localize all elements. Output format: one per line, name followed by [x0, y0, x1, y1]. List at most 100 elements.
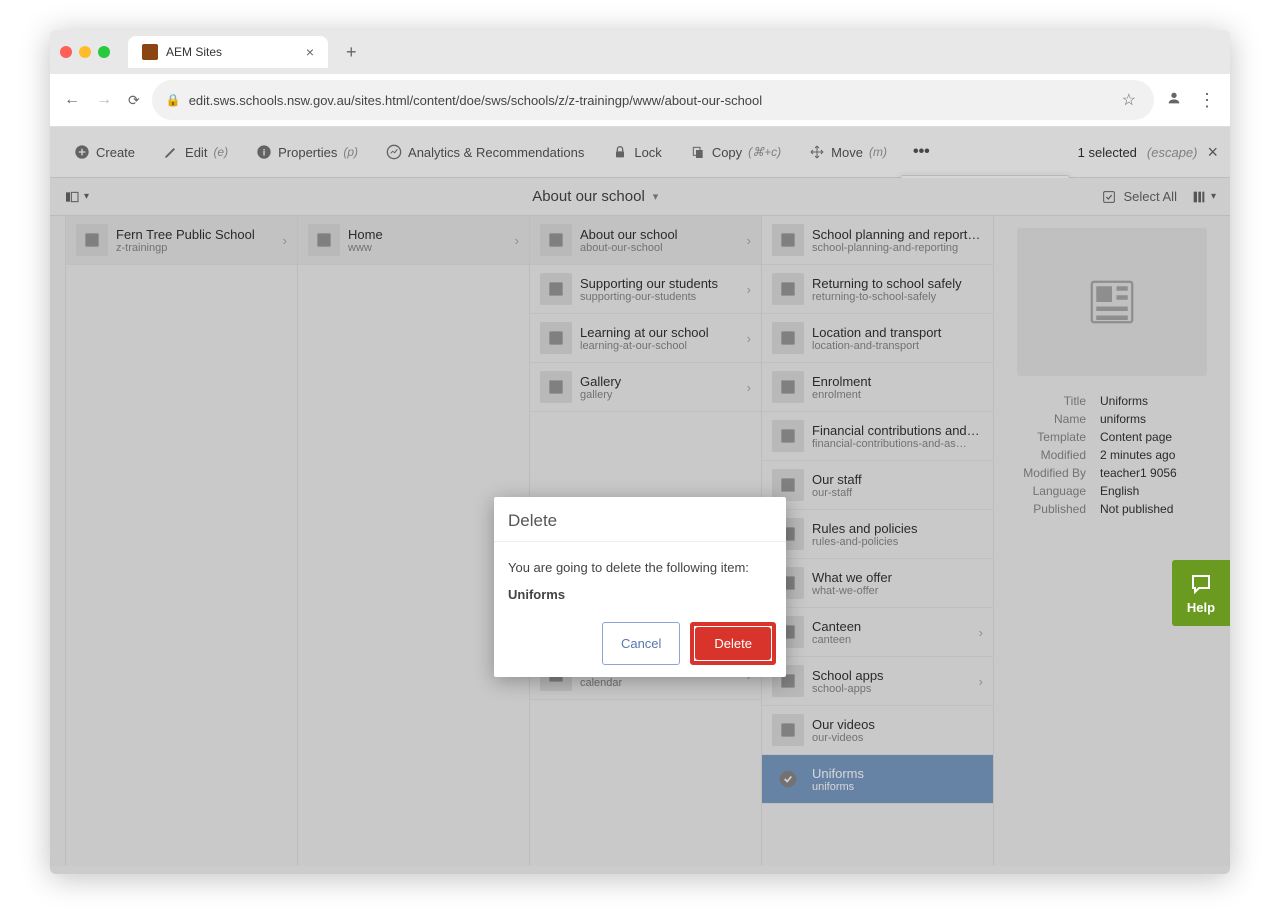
- copy-button[interactable]: Copy (⌘+c): [678, 138, 793, 166]
- chevron-right-icon: ›: [979, 625, 983, 640]
- move-label: Move: [831, 145, 863, 160]
- column-item[interactable]: Location and transportlocation-and-trans…: [762, 314, 993, 363]
- chat-icon: [1189, 572, 1213, 596]
- page-icon: [308, 224, 340, 256]
- item-subtitle: gallery: [580, 389, 739, 401]
- column-item[interactable]: School appsschool-apps ›: [762, 657, 993, 706]
- item-subtitle: school-planning-and-reporting: [812, 242, 983, 254]
- back-button[interactable]: ←: [60, 87, 84, 113]
- item-title: Rules and policies: [812, 521, 983, 536]
- forward-button[interactable]: →: [92, 87, 116, 113]
- item-title: Canteen: [812, 619, 971, 634]
- minimize-window-icon[interactable]: [79, 46, 91, 58]
- new-tab-button[interactable]: +: [336, 42, 367, 63]
- svg-text:i: i: [263, 147, 266, 157]
- analytics-icon: [386, 144, 402, 160]
- column-item[interactable]: What we offerwhat-we-offer: [762, 559, 993, 608]
- chevron-right-icon: ›: [515, 233, 519, 248]
- column-item[interactable]: Financial contributions and as…financial…: [762, 412, 993, 461]
- page-title: About our school: [532, 188, 645, 205]
- meta-value-language: English: [1100, 484, 1139, 498]
- copy-shortcut: (⌘+c): [748, 145, 781, 159]
- url-text: edit.sws.schools.nsw.gov.au/sites.html/c…: [189, 93, 1110, 108]
- column-item[interactable]: School planning and reportingschool-plan…: [762, 216, 993, 265]
- column-item[interactable]: Returning to school safelyreturning-to-s…: [762, 265, 993, 314]
- item-title: Learning at our school: [580, 325, 739, 340]
- column-item[interactable]: About our schoolabout-our-school ›: [530, 216, 761, 265]
- cancel-button[interactable]: Cancel: [602, 622, 680, 665]
- create-label: Create: [96, 145, 135, 160]
- select-all-button[interactable]: Select All: [1101, 189, 1176, 205]
- move-icon: [809, 144, 825, 160]
- move-button[interactable]: Move (m): [797, 138, 899, 166]
- more-actions-button[interactable]: •••: [903, 137, 940, 167]
- page-icon: [772, 224, 804, 256]
- column-item[interactable]: Our staffour-staff: [762, 461, 993, 510]
- column-item[interactable]: Rules and policiesrules-and-policies: [762, 510, 993, 559]
- column-item[interactable]: Our videosour-videos: [762, 706, 993, 755]
- maximize-window-icon[interactable]: [98, 46, 110, 58]
- column-item[interactable]: Supporting our studentssupporting-our-st…: [530, 265, 761, 314]
- column-item[interactable]: Uniformsuniforms: [762, 755, 993, 804]
- chevron-right-icon: ›: [283, 233, 287, 248]
- properties-button[interactable]: i Properties (p): [244, 138, 370, 166]
- url-input[interactable]: 🔒 edit.sws.schools.nsw.gov.au/sites.html…: [152, 80, 1154, 120]
- padlock-icon: [612, 144, 628, 160]
- item-subtitle: school-apps: [812, 683, 971, 695]
- column-item[interactable]: Enrolmentenrolment: [762, 363, 993, 412]
- item-title: Enrolment: [812, 374, 983, 389]
- item-subtitle: learning-at-our-school: [580, 340, 739, 352]
- dialog-item-name: Uniforms: [508, 587, 772, 602]
- item-title: Gallery: [580, 374, 739, 389]
- create-button[interactable]: Create: [62, 138, 147, 166]
- properties-label: Properties: [278, 145, 337, 160]
- page-icon: [772, 714, 804, 746]
- selection-count: 1 selected: [1078, 145, 1137, 160]
- move-shortcut: (m): [869, 145, 887, 159]
- lock-button[interactable]: Lock: [600, 138, 673, 166]
- close-tab-icon[interactable]: ×: [306, 44, 314, 60]
- deselect-button[interactable]: ×: [1207, 142, 1218, 163]
- meta-label: Language: [1010, 484, 1100, 498]
- item-subtitle: about-our-school: [580, 242, 739, 254]
- close-window-icon[interactable]: [60, 46, 72, 58]
- edit-label: Edit: [185, 145, 207, 160]
- column-item[interactable]: Homewww ›: [298, 216, 529, 265]
- item-subtitle: uniforms: [812, 781, 983, 793]
- reload-button[interactable]: ⟳: [124, 88, 144, 113]
- title-dropdown-icon[interactable]: ▾: [653, 190, 659, 203]
- analytics-label: Analytics & Recommendations: [408, 145, 584, 160]
- rail-toggle-button[interactable]: ▾: [64, 189, 89, 205]
- delete-dialog: Delete You are going to delete the follo…: [494, 497, 786, 677]
- meta-label: Template: [1010, 430, 1100, 444]
- detail-pane: TitleUniforms Nameuniforms TemplateConte…: [994, 216, 1230, 866]
- browser-menu-icon[interactable]: ⋮: [1194, 86, 1220, 115]
- lock-label: Lock: [634, 145, 661, 160]
- chevron-down-icon: ▾: [1211, 191, 1216, 202]
- item-title: About our school: [580, 227, 739, 242]
- copy-icon: [690, 144, 706, 160]
- selection-escape-hint: (escape): [1147, 145, 1198, 160]
- properties-shortcut: (p): [343, 145, 358, 159]
- window-controls[interactable]: [60, 46, 110, 58]
- delete-button[interactable]: Delete: [695, 627, 771, 660]
- column-item[interactable]: Learning at our schoollearning-at-our-sc…: [530, 314, 761, 363]
- column-item[interactable]: Canteencanteen ›: [762, 608, 993, 657]
- item-subtitle: financial-contributions-and-as…: [812, 438, 983, 450]
- item-title: Supporting our students: [580, 276, 739, 291]
- dialog-message: You are going to delete the following it…: [508, 560, 772, 575]
- item-subtitle: what-we-offer: [812, 585, 983, 597]
- item-subtitle: rules-and-policies: [812, 536, 983, 548]
- account-icon[interactable]: [1162, 86, 1186, 115]
- page-icon: [772, 322, 804, 354]
- column-item[interactable]: Gallerygallery ›: [530, 363, 761, 412]
- view-switcher-button[interactable]: ▾: [1191, 189, 1216, 205]
- bookmark-icon[interactable]: ☆: [1118, 86, 1140, 114]
- column-item[interactable]: Fern Tree Public Schoolz-trainingp ›: [66, 216, 297, 265]
- help-widget[interactable]: Help: [1172, 560, 1230, 626]
- edit-button[interactable]: Edit (e): [151, 138, 240, 166]
- page-icon: [540, 322, 572, 354]
- analytics-button[interactable]: Analytics & Recommendations: [374, 138, 596, 166]
- item-title: Returning to school safely: [812, 276, 983, 291]
- browser-tab[interactable]: AEM Sites ×: [128, 36, 328, 68]
